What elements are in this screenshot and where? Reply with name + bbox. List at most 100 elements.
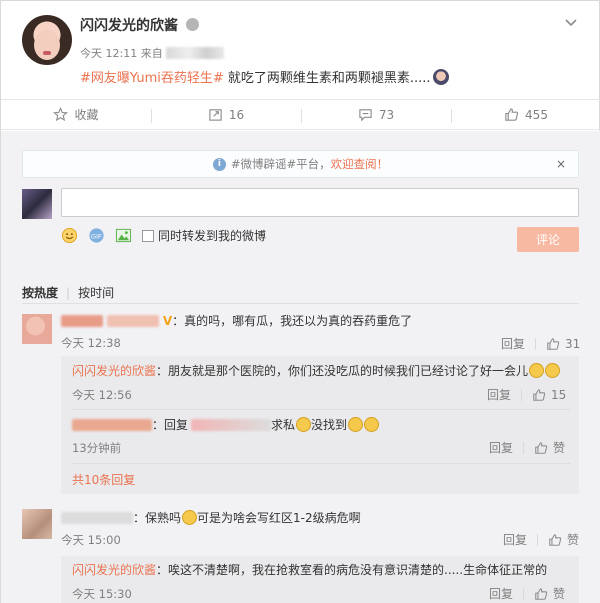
post-meta: 今天 12:11 来自 xyxy=(80,45,224,61)
like-label: 赞 xyxy=(567,533,580,547)
post: 闪闪发光的欣酱 今天 12:11 来自 #网友曝Yumi吞药轻生# 就吃了两颗维… xyxy=(1,1,600,99)
like-button[interactable]: 455 xyxy=(451,100,600,129)
like-icon xyxy=(505,108,519,121)
more-replies-link[interactable]: 共10条回复 xyxy=(72,471,135,488)
comment-actions: 回复 赞 xyxy=(503,531,579,548)
chevron-down-icon[interactable] xyxy=(564,15,578,29)
commenter-avatar[interactable] xyxy=(22,314,52,344)
commenter-name-blurred[interactable] xyxy=(61,512,133,524)
favorite-button[interactable]: 收藏 xyxy=(1,100,151,129)
reply-mention-blurred[interactable] xyxy=(191,419,272,431)
reply-button[interactable]: 回复 xyxy=(489,585,523,602)
emoji-icon xyxy=(545,363,561,378)
repost-count: 16 xyxy=(228,107,245,122)
like-icon[interactable] xyxy=(532,388,546,402)
divider xyxy=(22,303,579,304)
gif-icon[interactable]: GIF xyxy=(88,227,105,244)
like-count: 15 xyxy=(551,387,567,402)
reply-body: ：回复 求私 没找到 xyxy=(72,416,380,433)
post-text: 就吃了两颗维生素和两颗褪黑素..... xyxy=(223,71,431,86)
comment-count: 73 xyxy=(378,107,395,122)
emoji-icon xyxy=(364,417,380,432)
divider xyxy=(537,533,539,546)
comment-zone: i #微博辟谣#平台， 欢迎查阅！ × GIF 同时转发到我的微博 评论 按热度… xyxy=(1,131,600,603)
repost-icon xyxy=(209,109,222,121)
post-time[interactable]: 今天 12:11 来自 xyxy=(80,47,163,60)
author-name[interactable]: 闪闪发光的欣酱 xyxy=(80,15,178,35)
emoji-icon xyxy=(296,417,312,432)
repost-checkbox[interactable]: 同时转发到我的微博 xyxy=(142,227,266,244)
comment-body: V：真的吗，哪有瓜，我还以为真的吞药重危了 xyxy=(61,312,412,329)
emoji-icon xyxy=(348,417,364,432)
post-source-blurred xyxy=(165,47,224,59)
composer-tools: GIF 同时转发到我的微博 xyxy=(61,227,266,244)
sort-tabs: 按热度 | 按时间 xyxy=(22,284,114,301)
reply-text: ：朋友就是那个医院的，你们还没吃瓜的时候我们已经讨论了好一会儿 xyxy=(156,364,529,378)
svg-text:GIF: GIF xyxy=(91,233,102,240)
like-label: 赞 xyxy=(553,441,566,455)
divider xyxy=(535,337,537,350)
checkbox-box[interactable] xyxy=(142,230,154,242)
notice-text: #微博辟谣#平台， xyxy=(230,157,331,171)
author-avatar[interactable] xyxy=(22,15,72,65)
repost-button[interactable]: 16 xyxy=(151,100,301,129)
like-icon[interactable] xyxy=(546,337,560,351)
close-icon[interactable]: × xyxy=(556,157,566,171)
comment-time: 今天 12:38 xyxy=(61,336,121,350)
reply-text: ：唉这不清楚啊，我在抢救室看的病危没有意识清楚的.....生命体征正常的 xyxy=(156,563,548,577)
weibo-card: 闪闪发光的欣酱 今天 12:11 来自 #网友曝Yumi吞药轻生# 就吃了两颗维… xyxy=(0,0,600,603)
commenter-name-blurred[interactable] xyxy=(107,315,159,327)
reply-text: 求私 xyxy=(271,418,296,432)
reply-actions: 回复 赞 xyxy=(489,439,565,456)
reply-author[interactable]: 闪闪发光的欣酱 xyxy=(72,563,156,577)
comment-input[interactable] xyxy=(61,188,579,217)
comment-button[interactable]: 73 xyxy=(301,100,451,129)
repost-checkbox-label: 同时转发到我的微博 xyxy=(158,229,267,243)
like-icon[interactable] xyxy=(534,441,548,455)
post-hashtag[interactable]: #网友曝Yumi吞药轻生# xyxy=(80,71,224,86)
like-count: 31 xyxy=(565,336,581,351)
reply-button[interactable]: 回复 xyxy=(503,531,537,548)
badge-icon xyxy=(186,18,199,31)
tab-hot[interactable]: 按热度 xyxy=(22,284,58,301)
reply-text-2: 没找到 xyxy=(311,418,348,432)
reply-time: 今天 12:56 xyxy=(72,388,132,402)
emoji-icon xyxy=(529,363,545,378)
reply-time: 今天 15:30 xyxy=(72,587,132,601)
like-count: 455 xyxy=(525,107,548,122)
divider xyxy=(523,441,525,454)
my-avatar[interactable] xyxy=(22,189,52,219)
reply-body: 闪闪发光的欣酱：唉这不清楚啊，我在抢救室看的病危没有意识清楚的.....生命体征… xyxy=(72,561,547,578)
reply-actions: 回复 赞 xyxy=(489,585,565,602)
rumor-notice: i #微博辟谣#平台， 欢迎查阅！ × xyxy=(22,150,579,178)
like-icon[interactable] xyxy=(548,533,562,547)
reply-author-blurred[interactable] xyxy=(72,419,152,431)
comment-text-2: 可是为啥会写红区1-2级病危啊 xyxy=(197,511,361,525)
submit-comment-button[interactable]: 评论 xyxy=(517,227,579,252)
commenter-avatar[interactable] xyxy=(22,509,52,539)
reply-time: 13分钟前 xyxy=(72,441,122,455)
comment-body: ：保熟吗 可是为啥会写红区1-2级病危啊 xyxy=(61,509,361,526)
like-icon[interactable] xyxy=(534,587,548,601)
reply-button[interactable]: 回复 xyxy=(487,386,521,403)
commenter-name-blurred[interactable] xyxy=(61,315,103,327)
divider xyxy=(72,409,570,410)
reply-button[interactable]: 回复 xyxy=(501,335,535,352)
like-label: 赞 xyxy=(553,587,566,601)
divider xyxy=(72,463,570,464)
post-action-bar: 收藏 16 73 455 xyxy=(1,99,600,130)
reply-button[interactable]: 回复 xyxy=(489,439,523,456)
emoji-icon[interactable] xyxy=(61,227,78,244)
post-body: #网友曝Yumi吞药轻生# 就吃了两颗维生素和两颗褪黑素..... xyxy=(80,67,449,86)
comment-text: ：真的吗，哪有瓜，我还以为真的吞药重危了 xyxy=(172,314,413,328)
tab-time[interactable]: 按时间 xyxy=(78,284,114,301)
favorite-label: 收藏 xyxy=(74,108,99,122)
comment-text: ：保熟吗 xyxy=(133,511,182,525)
image-icon[interactable] xyxy=(115,227,132,244)
avatar-lips xyxy=(43,51,51,55)
star-icon xyxy=(53,107,69,122)
notice-link[interactable]: 欢迎查阅！ xyxy=(331,156,389,172)
reply-author[interactable]: 闪闪发光的欣酱 xyxy=(72,364,156,378)
comment-time: 今天 15:00 xyxy=(61,533,121,547)
avatar-face xyxy=(34,30,60,60)
